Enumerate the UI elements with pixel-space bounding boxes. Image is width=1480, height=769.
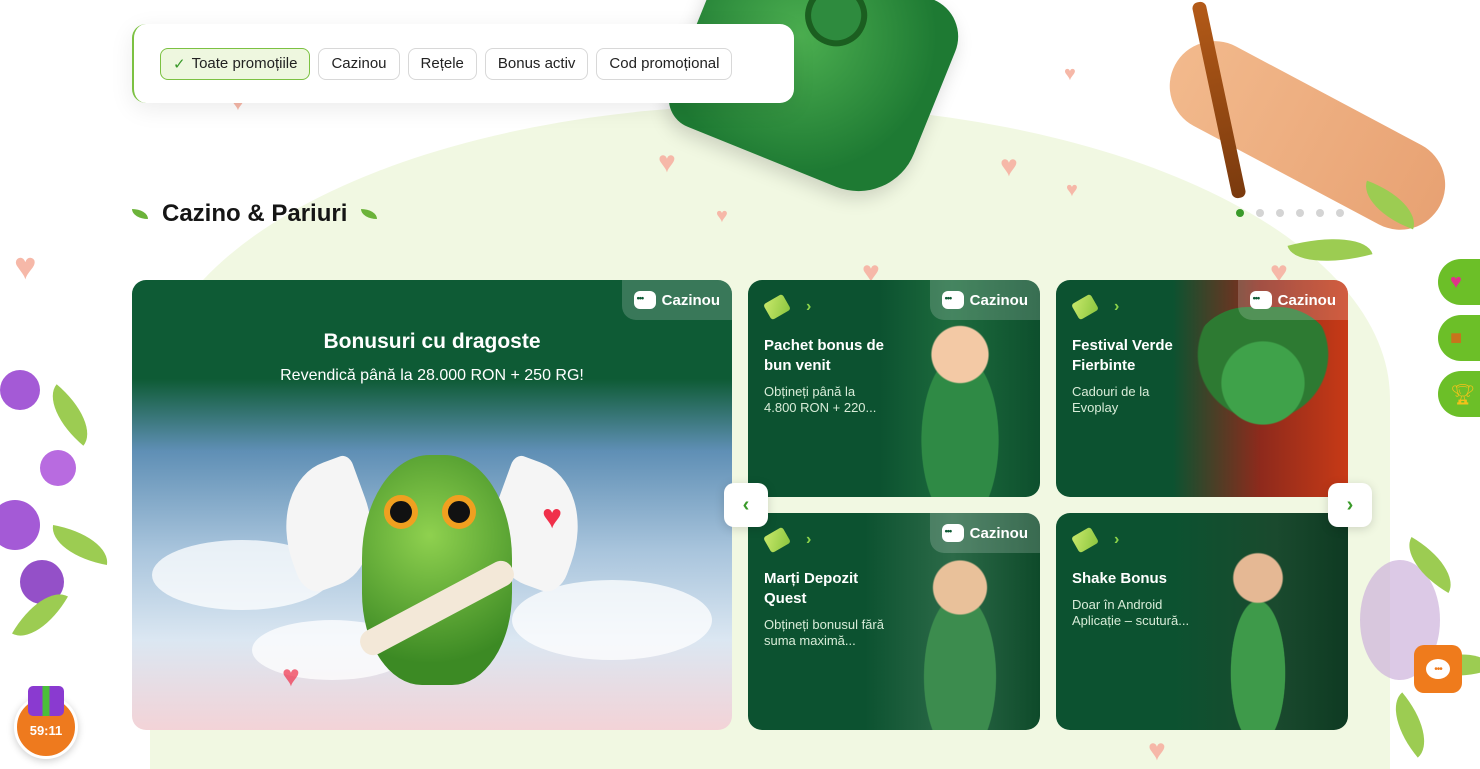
ticket-icon — [762, 526, 792, 554]
promo-card-festival[interactable]: › Cazinou Festival Verde Fierbinte Cadou… — [1056, 280, 1348, 497]
trophy-icon: 🏆︎ — [1450, 383, 1476, 406]
promo-description: Cadouri de la Evoplay — [1072, 384, 1150, 415]
badge-label: Cazinou — [969, 291, 1028, 309]
category-badge: Cazinou — [929, 513, 1040, 553]
filter-chip-label: Bonus activ — [497, 55, 576, 72]
filter-chip-active-bonus[interactable]: Bonus activ — [484, 47, 589, 80]
promo-card-shake-bonus[interactable]: › Shake Bonus Doar în Android Aplicație … — [1056, 513, 1348, 730]
chevron-right-icon: › — [1114, 298, 1120, 315]
filter-chip-label: Cod promoțional — [609, 55, 720, 72]
ticket-icon — [1070, 526, 1100, 554]
filter-chip-label: Cazinou — [331, 55, 387, 72]
badge-label: Cazinou — [1277, 291, 1336, 309]
pager-dot[interactable] — [1276, 209, 1284, 217]
category-badge: Cazinou — [1237, 280, 1348, 320]
pager-dot[interactable] — [1296, 209, 1304, 217]
carousel-prev-button[interactable]: ‹ — [724, 483, 768, 527]
chevron-right-icon: › — [806, 298, 812, 315]
gamepad-icon — [941, 291, 964, 309]
heart-decoration: ♥ — [14, 246, 37, 288]
badge-label: Cazinou — [661, 291, 720, 309]
heart-decoration: ♥ — [1066, 179, 1078, 201]
check-icon: ✓ — [173, 55, 186, 73]
chat-button[interactable]: ••• — [1414, 645, 1462, 693]
chevron-right-icon: › — [806, 531, 812, 548]
promo-description: Obțineți până la 4.800 RON + 220... — [764, 384, 877, 415]
heart-decoration: ♥ — [716, 205, 728, 227]
category-badge: Cazinou — [621, 280, 732, 320]
gift-heart-icon: ♥ — [1450, 270, 1462, 293]
pager-dot[interactable] — [1256, 209, 1264, 217]
lilac-bush-illustration — [0, 360, 113, 650]
promo-card-tuesday-quest[interactable]: › Cazinou Marți Depozit Quest Obțineți b… — [748, 513, 1040, 730]
gamepad-icon — [941, 524, 964, 542]
filter-chip-networks[interactable]: Rețele — [407, 47, 477, 80]
promo-title: Bonusuri cu dragoste — [323, 330, 541, 353]
chevron-left-icon: ‹ — [742, 493, 750, 516]
filter-chip-casino[interactable]: Cazinou — [318, 47, 400, 80]
chevron-right-icon: › — [1114, 531, 1120, 548]
section-header: Cazino & Pariuri — [132, 200, 378, 228]
heart-decoration: ♥ — [1148, 734, 1166, 767]
heart-icon: ♥ — [542, 498, 563, 536]
promo-title: Marți Depozit Quest — [764, 570, 859, 607]
category-badge: Cazinou — [929, 280, 1040, 320]
cupid-monster-illustration — [264, 425, 600, 715]
heart-decoration: ♥ — [658, 146, 676, 179]
filter-chip-label: Rețele — [420, 55, 464, 72]
heart-icon: ♥ — [282, 660, 300, 693]
filter-chip-all[interactable]: ✓ Toate promoțiile — [160, 47, 311, 80]
treasure-chest-icon: ■ — [1450, 326, 1463, 349]
side-treasure-button[interactable]: ■ — [1438, 315, 1480, 361]
promo-description: Obțineți bonusul fără suma maximă... — [764, 617, 884, 648]
side-trophy-button[interactable]: 🏆︎ — [1438, 371, 1480, 417]
promo-character-image — [900, 307, 1020, 497]
gamepad-icon — [1249, 291, 1272, 309]
ticket-icon — [762, 293, 792, 321]
promo-title: Festival Verde Fierbinte — [1072, 337, 1173, 374]
filter-chip-label: Toate promoțiile — [191, 55, 298, 72]
promo-title: Shake Bonus — [1072, 570, 1168, 587]
carousel-next-button[interactable]: › — [1328, 483, 1372, 527]
gamepad-icon — [633, 291, 656, 309]
promo-description: Doar în Android Aplicație – scutură... — [1072, 597, 1190, 628]
filter-chip-promo-code[interactable]: Cod promoțional — [596, 47, 733, 80]
chevron-right-icon: › — [1346, 493, 1354, 516]
ticket-icon — [1070, 293, 1100, 321]
pager-dot[interactable] — [1236, 209, 1244, 217]
promo-title: Pachet bonus de bun venit — [764, 337, 885, 374]
section-title: Cazino & Pariuri — [162, 200, 348, 227]
pager-dot[interactable] — [1336, 209, 1344, 217]
heart-decoration: ♥ — [1064, 63, 1076, 85]
gift-icon — [28, 686, 64, 716]
pager-dot[interactable] — [1316, 209, 1324, 217]
badge-label: Cazinou — [969, 524, 1028, 542]
leaf-icon — [361, 209, 378, 219]
promo-card-welcome[interactable]: › Cazinou Pachet bonus de bun venit Obți… — [748, 280, 1040, 497]
chat-icon: ••• — [1426, 659, 1450, 679]
timer-value: 59:11 — [29, 723, 63, 738]
leaf-icon — [132, 209, 148, 219]
promo-filter-bar: ✓ Toate promoțiile Cazinou Rețele Bonus … — [132, 24, 794, 103]
jester-image — [1188, 307, 1338, 497]
promo-subtitle: Revendică până la 28.000 RON + 250 RG! — [280, 367, 584, 384]
side-gifts-button[interactable]: ♥ — [1438, 259, 1480, 305]
carousel-pager — [1236, 209, 1344, 217]
promo-character-image — [1208, 540, 1308, 730]
promo-character-image — [900, 540, 1020, 730]
promo-card-featured[interactable]: Cazinou Bonusuri cu dragoste Revendică p… — [132, 280, 732, 730]
heart-decoration: ♥ — [1000, 150, 1018, 183]
